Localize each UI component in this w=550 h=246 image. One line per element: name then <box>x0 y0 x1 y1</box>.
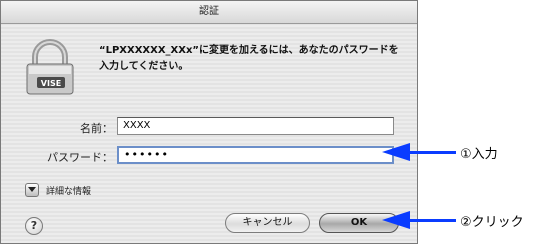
input-arrow-line <box>408 151 456 154</box>
name-label: 名前： <box>80 122 113 135</box>
triangle-down-icon <box>28 187 36 192</box>
input-arrow-icon <box>382 143 410 161</box>
password-label: パスワード： <box>47 151 113 164</box>
lock-badge-text: VISE <box>41 79 61 88</box>
auth-dialog: 認証 VISE “LPXXXXXX_XXx”に変更を加えるには、あなたのパスワー… <box>0 0 418 244</box>
password-field[interactable]: •••••• <box>117 146 394 164</box>
help-button[interactable]: ? <box>25 217 43 235</box>
details-label: 詳細な情報 <box>46 187 92 197</box>
click-callout-label: ②クリック <box>460 215 524 230</box>
auth-message: “LPXXXXXX_XXx”に変更を加えるには、あなたのパスワードを入力してくだ… <box>99 45 399 72</box>
dialog-title: 認証 <box>1 1 417 24</box>
cancel-button[interactable]: キャンセル <box>225 213 310 233</box>
click-arrow-line <box>408 219 456 222</box>
input-callout-label: ①入力 <box>460 147 498 162</box>
details-disclosure-button[interactable] <box>25 183 39 197</box>
click-arrow-icon <box>382 211 410 229</box>
lock-icon: VISE <box>26 39 74 95</box>
name-field[interactable]: XXXX <box>117 117 394 135</box>
